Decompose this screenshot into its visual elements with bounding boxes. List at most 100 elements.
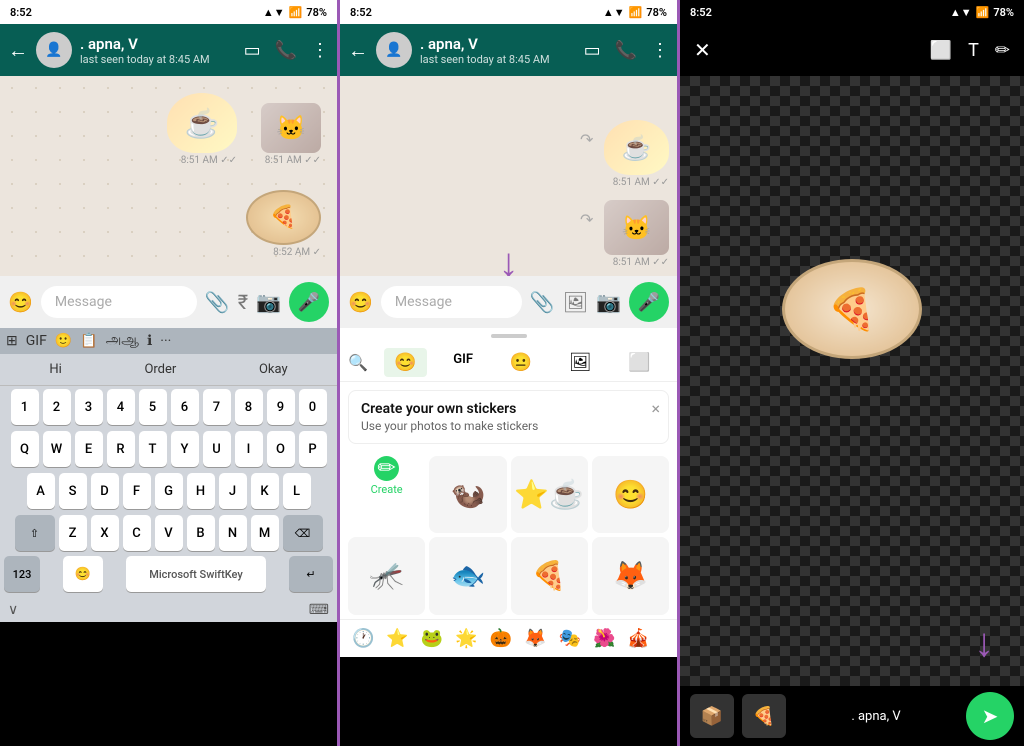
text-tool-icon[interactable]: T <box>968 40 979 61</box>
sticker-item-7[interactable]: 🦊 <box>592 537 669 614</box>
key-g[interactable]: G <box>155 473 183 509</box>
key-hide[interactable]: ∨ <box>8 602 18 618</box>
key-4[interactable]: 4 <box>107 389 135 425</box>
key-x[interactable]: X <box>91 515 119 551</box>
suggestion-hi[interactable]: Hi <box>49 362 61 377</box>
sticker-frame-icon[interactable]: ⬜ <box>930 40 952 61</box>
attach-icon-p1[interactable]: 📎 <box>205 290 230 314</box>
key-i[interactable]: I <box>235 431 263 467</box>
create-banner-close[interactable]: × <box>651 399 660 418</box>
sticker-item-2[interactable]: ⭐☕ <box>511 456 588 533</box>
more-icon-p1[interactable]: ⋮ <box>311 40 329 61</box>
kb-tool-lang[interactable]: அஆ <box>106 332 139 350</box>
key-8[interactable]: 8 <box>235 389 263 425</box>
key-1[interactable]: 1 <box>11 389 39 425</box>
key-f[interactable]: F <box>123 473 151 509</box>
key-l[interactable]: L <box>283 473 311 509</box>
key-a[interactable]: A <box>27 473 55 509</box>
sticker-tab-pack6[interactable]: 🌺 <box>593 628 615 649</box>
sticker-tab-recent[interactable]: 🕐 <box>352 628 374 649</box>
sticker-tab-pack5[interactable]: 🎭 <box>559 628 581 649</box>
message-input-p1[interactable]: Message <box>41 286 197 318</box>
key-9[interactable]: 9 <box>267 389 295 425</box>
kb-tool-info[interactable]: ℹ <box>147 333 152 349</box>
sticker-tab-pack1[interactable]: 🐸 <box>421 628 443 649</box>
sticker-thumb-1[interactable]: 📦 <box>690 694 734 738</box>
sticker-tab-pack2[interactable]: 🌟 <box>455 628 477 649</box>
key-backspace[interactable]: ⌫ <box>283 515 323 551</box>
sticker-item-3[interactable]: 😊 <box>592 456 669 533</box>
video-call-icon-p2[interactable]: ▭ <box>584 40 601 61</box>
key-r[interactable]: R <box>107 431 135 467</box>
emoji-icon-p2[interactable]: 😊 <box>348 290 373 314</box>
key-0[interactable]: 0 <box>299 389 327 425</box>
key-shift[interactable]: ⇧ <box>15 515 55 551</box>
key-s[interactable]: S <box>59 473 87 509</box>
key-k[interactable]: K <box>251 473 279 509</box>
key-layout[interactable]: ⌨ <box>309 602 329 618</box>
key-z[interactable]: Z <box>59 515 87 551</box>
key-emoji[interactable]: 😊 <box>63 556 103 592</box>
rupee-icon-p1[interactable]: ₹ <box>238 290 248 314</box>
back-button-p1[interactable]: ← <box>8 38 28 63</box>
mic-button-p2[interactable]: 🎤 <box>629 282 669 322</box>
sticker-tab-emoji[interactable]: 😊 <box>384 348 426 377</box>
kb-tool-clipboard[interactable]: 📋 <box>80 333 97 349</box>
kb-tool-gif[interactable]: GIF <box>26 333 47 349</box>
key-u[interactable]: U <box>203 431 231 467</box>
key-n[interactable]: N <box>219 515 247 551</box>
message-input-p2[interactable]: Message <box>381 286 522 318</box>
key-p[interactable]: P <box>299 431 327 467</box>
key-o[interactable]: O <box>267 431 295 467</box>
phone-icon-p2[interactable]: 📞 <box>615 40 637 61</box>
phone-icon-p1[interactable]: 📞 <box>275 40 297 61</box>
key-b[interactable]: B <box>187 515 215 551</box>
key-y[interactable]: Y <box>171 431 199 467</box>
emoji-icon-p1[interactable]: 😊 <box>8 290 33 314</box>
sticker-tab-gif[interactable]: GIF <box>443 348 483 377</box>
send-button-p3[interactable]: ➤ <box>966 692 1014 740</box>
create-sticker-button[interactable]: ✏ <box>374 456 399 481</box>
sticker-item-6[interactable]: 🍕 <box>511 537 588 614</box>
sticker-item-5[interactable]: 🐟 <box>429 537 506 614</box>
suggestion-okay[interactable]: Okay <box>259 362 288 377</box>
key-c[interactable]: C <box>123 515 151 551</box>
more-icon-p2[interactable]: ⋮ <box>651 40 669 61</box>
key-2[interactable]: 2 <box>43 389 71 425</box>
sticker-tab-pack7[interactable]: 🎪 <box>627 628 649 649</box>
key-6[interactable]: 6 <box>171 389 199 425</box>
sticker-tab-create[interactable]: ⬜ <box>618 348 660 377</box>
mic-button-p1[interactable]: 🎤 <box>289 282 329 322</box>
forward-icon-2[interactable]: ↷ <box>580 210 593 229</box>
attach-icon-p2[interactable]: 📎 <box>530 290 555 314</box>
key-space[interactable]: Microsoft SwiftKey <box>126 556 266 592</box>
key-j[interactable]: J <box>219 473 247 509</box>
sticker-item-4[interactable]: 🦟 <box>348 537 425 614</box>
back-button-p2[interactable]: ← <box>348 38 368 63</box>
sticker-tab-pack3[interactable]: 🎃 <box>490 628 512 649</box>
key-q[interactable]: Q <box>11 431 39 467</box>
kb-tool-1[interactable]: ⊞ <box>6 333 18 349</box>
key-w[interactable]: W <box>43 431 71 467</box>
close-icon-p3[interactable]: ✕ <box>694 38 711 62</box>
key-num-switch[interactable]: 123 <box>4 556 40 592</box>
key-h[interactable]: H <box>187 473 215 509</box>
sticker-tab-stickers[interactable]: 🖼 <box>559 348 602 377</box>
suggestion-order[interactable]: Order <box>144 362 176 377</box>
key-m[interactable]: M <box>251 515 279 551</box>
sticker-thumb-2[interactable]: 🍕 <box>742 694 786 738</box>
key-5[interactable]: 5 <box>139 389 167 425</box>
sticker-tab-animated[interactable]: 😐 <box>500 348 542 377</box>
draw-tool-icon[interactable]: ✏ <box>995 40 1010 61</box>
key-enter[interactable]: ↵ <box>289 556 333 592</box>
sticker-item-1[interactable]: 🦦 <box>429 456 506 533</box>
key-v[interactable]: V <box>155 515 183 551</box>
video-call-icon-p1[interactable]: ▭ <box>244 40 261 61</box>
key-7[interactable]: 7 <box>203 389 231 425</box>
key-t[interactable]: T <box>139 431 167 467</box>
key-e[interactable]: E <box>75 431 103 467</box>
sticker-picker-icon-p2[interactable]: 🖼 <box>563 290 588 314</box>
camera-icon-p1[interactable]: 📷 <box>256 290 281 314</box>
key-d[interactable]: D <box>91 473 119 509</box>
camera-icon-p2[interactable]: 📷 <box>596 290 621 314</box>
